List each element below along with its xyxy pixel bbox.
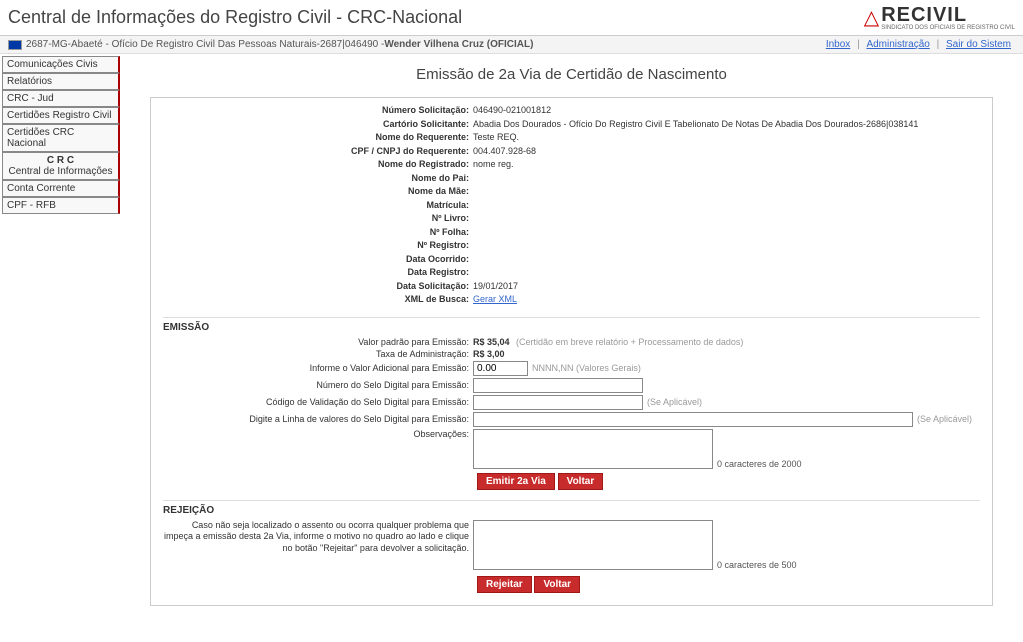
taxa-value: R$ 3,00 — [473, 349, 505, 359]
inbox-link[interactable]: Inbox — [826, 39, 850, 50]
cod-val-hint: (Se Aplicável) — [647, 397, 702, 407]
cartorio-value: Abadia Dos Dourados - Ofício Do Registro… — [473, 118, 980, 132]
voltar-emissao-button[interactable]: Voltar — [558, 473, 604, 490]
cod-val-label: Código de Validação do Selo Digital para… — [163, 397, 473, 407]
exit-link[interactable]: Sair do Sistem — [946, 39, 1011, 50]
sidebar-item-certidoes-nacional[interactable]: Certidões CRC Nacional — [2, 124, 120, 152]
livro-value — [473, 212, 980, 226]
linha-hint: (Se Aplicável) — [917, 414, 972, 424]
rejeicao-heading: REJEIÇÃO — [163, 500, 980, 516]
num-selo-label: Número do Selo Digital para Emissão: — [163, 380, 473, 390]
breadcrumb-user: Wender Vilhena Cruz (OFICIAL) — [384, 39, 533, 50]
nome-reg-label: Nome do Registrado: — [163, 158, 473, 172]
emissao-heading: EMISSÃO — [163, 317, 980, 333]
valor-adicional-label: Informe o Valor Adicional para Emissão: — [163, 363, 473, 373]
sidebar-item-comunicacoes[interactable]: Comunicações Civis — [2, 56, 120, 73]
registro-value — [473, 239, 980, 253]
app-title: Central de Informações do Registro Civil… — [8, 7, 462, 28]
sidebar-item-crc-jud[interactable]: CRC - Jud — [2, 90, 120, 107]
data-sol-label: Data Solicitação: — [163, 280, 473, 294]
linha-input[interactable] — [473, 412, 913, 427]
num-sol-value: 046490-021001812 — [473, 104, 980, 118]
livro-label: Nº Livro: — [163, 212, 473, 226]
logo-icon: △ — [864, 5, 879, 30]
data-oc-label: Data Ocorrido: — [163, 253, 473, 267]
emitir-button[interactable]: Emitir 2a Via — [477, 473, 555, 490]
data-reg-value — [473, 266, 980, 280]
gerar-xml-link[interactable]: Gerar XML — [473, 294, 517, 304]
rejeitar-button[interactable]: Rejeitar — [477, 576, 532, 593]
sidebar-item-certidoes-rc[interactable]: Certidões Registro Civil — [2, 107, 120, 124]
breadcrumb-path: 2687-MG-Abaeté - Ofício De Registro Civi… — [26, 39, 384, 50]
data-reg-label: Data Registro: — [163, 266, 473, 280]
nome-pai-value — [473, 172, 980, 186]
valor-adicional-hint: NNNN,NN (Valores Gerais) — [532, 363, 641, 373]
breadcrumb: 2687-MG-Abaeté - Ofício De Registro Civi… — [0, 36, 1023, 54]
logo-subtitle: SINDICATO DOS OFICIAIS DE REGISTRO CIVIL — [881, 25, 1015, 31]
obs-textarea[interactable] — [473, 429, 713, 469]
logo: △ RECIVIL SINDICATO DOS OFICIAIS DE REGI… — [864, 4, 1015, 31]
data-sol-value: 19/01/2017 — [473, 280, 980, 294]
nome-mae-value — [473, 185, 980, 199]
folha-label: Nº Folha: — [163, 226, 473, 240]
nome-mae-label: Nome da Mãe: — [163, 185, 473, 199]
valor-padrao-value: R$ 35,04 — [473, 337, 510, 347]
sidebar: Comunicações Civis Relatórios CRC - Jud … — [0, 54, 120, 642]
cpf-label: CPF / CNPJ do Requerente: — [163, 145, 473, 159]
rejeicao-textarea[interactable] — [473, 520, 713, 570]
num-sol-label: Número Solicitação: — [163, 104, 473, 118]
sidebar-item-conta[interactable]: Conta Corrente — [2, 180, 120, 197]
flag-icon — [8, 40, 22, 50]
valor-adicional-input[interactable] — [473, 361, 528, 376]
sidebar-item-crc-central[interactable]: C R C Central de Informações — [2, 152, 120, 180]
registro-label: Nº Registro: — [163, 239, 473, 253]
taxa-label: Taxa de Administração: — [163, 349, 473, 359]
obs-label: Observações: — [163, 429, 473, 439]
cartorio-label: Cartório Solicitante: — [163, 118, 473, 132]
matricula-value — [473, 199, 980, 213]
nome-req-value: Teste REQ. — [473, 131, 980, 145]
rejeicao-counter: 0 caracteres de 500 — [717, 560, 797, 570]
folha-value — [473, 226, 980, 240]
sidebar-item-relatorios[interactable]: Relatórios — [2, 73, 120, 90]
xml-label: XML de Busca: — [163, 293, 473, 307]
sidebar-item-cpf-rfb[interactable]: CPF - RFB — [2, 197, 120, 214]
rejeicao-help: Caso não seja localizado o assento ou oc… — [163, 520, 473, 555]
data-oc-value — [473, 253, 980, 267]
valor-padrao-hint: (Certidão em breve relatório + Processam… — [516, 337, 743, 347]
sidebar-crc-line1: C R C — [47, 155, 74, 166]
obs-counter: 0 caracteres de 2000 — [717, 459, 802, 469]
admin-link[interactable]: Administração — [866, 39, 929, 50]
linha-label: Digite a Linha de valores do Selo Digita… — [163, 414, 473, 424]
matricula-label: Matrícula: — [163, 199, 473, 213]
page-title: Emissão de 2a Via de Certidão de Nascime… — [130, 66, 1013, 83]
nome-reg-value: nome reg. — [473, 158, 980, 172]
nome-pai-label: Nome do Pai: — [163, 172, 473, 186]
cpf-value: 004.407.928-68 — [473, 145, 980, 159]
cod-val-input[interactable] — [473, 395, 643, 410]
valor-padrao-label: Valor padrão para Emissão: — [163, 337, 473, 347]
nome-req-label: Nome do Requerente: — [163, 131, 473, 145]
sidebar-crc-line2: Central de Informações — [9, 166, 113, 177]
main-panel: Número Solicitação:046490-021001812 Cart… — [150, 97, 993, 606]
num-selo-input[interactable] — [473, 378, 643, 393]
logo-text: RECIVIL — [881, 4, 1015, 27]
voltar-rejeicao-button[interactable]: Voltar — [534, 576, 580, 593]
